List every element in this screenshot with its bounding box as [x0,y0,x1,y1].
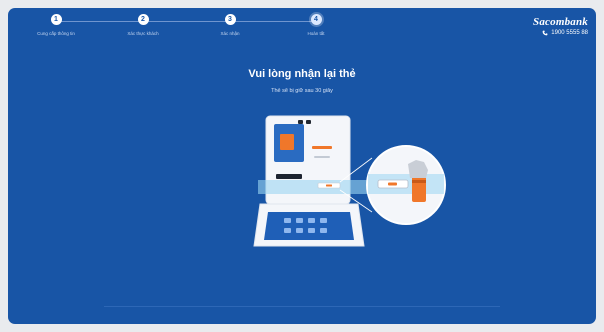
step-number: 1 [50,14,62,25]
step-2: 2 Xác thực khách [98,14,188,36]
step-label: Xác nhận [220,31,240,36]
step-number: 2 [137,14,149,25]
keypad-key [320,228,327,233]
page-title: Vui lòng nhận lại thẻ [248,68,356,80]
zoom-card-slot-dot [388,182,397,186]
atm-card-return-illustration [253,115,446,247]
keypad-key [284,218,291,223]
keypad-key [296,228,303,233]
kiosk-slot [314,156,330,158]
step-4-current: 4 Hoàn tất [271,14,361,36]
step-label: Cung cấp thông tin [37,31,75,36]
step-1: 1 Cung cấp thông tin [11,14,101,36]
footer-divider [104,306,500,307]
brand-logo-text: Sacombank [533,16,588,28]
keypad-key [320,218,327,223]
hotline: 1900 5555 88 [533,30,588,36]
kiosk-screen: 1 Cung cấp thông tin 2 Xác thực khách 3 … [8,8,596,324]
kiosk-screen-content [280,134,294,150]
step-number: 3 [224,14,236,25]
keypad-key [308,228,315,233]
returned-card-stripe [412,180,426,183]
keypad-key [284,228,291,233]
kiosk-camera [298,120,303,124]
step-label: Xác thực khách [127,31,159,36]
keypad-key [296,218,303,223]
kiosk-slot [312,146,332,149]
step-label: Hoàn tất [307,31,325,36]
progress-stepper: 1 Cung cấp thông tin 2 Xác thực khách 3 … [8,8,368,52]
phone-icon [542,30,548,36]
brand-block: Sacombank 1900 5555 88 [533,16,588,36]
step-number: 4 [310,14,322,25]
page-subtitle: Thẻ sẽ bị giữ sau 30 giây [271,88,333,94]
kiosk-touchpad [264,212,354,240]
hotline-number: 1900 5555 88 [551,30,588,36]
keypad-key [308,218,315,223]
kiosk-card-slot-dot [326,184,332,187]
returned-card [412,176,426,202]
step-3: 3 Xác nhận [185,14,275,36]
kiosk-sensor [306,120,311,124]
kiosk-printer-slot [276,174,302,179]
